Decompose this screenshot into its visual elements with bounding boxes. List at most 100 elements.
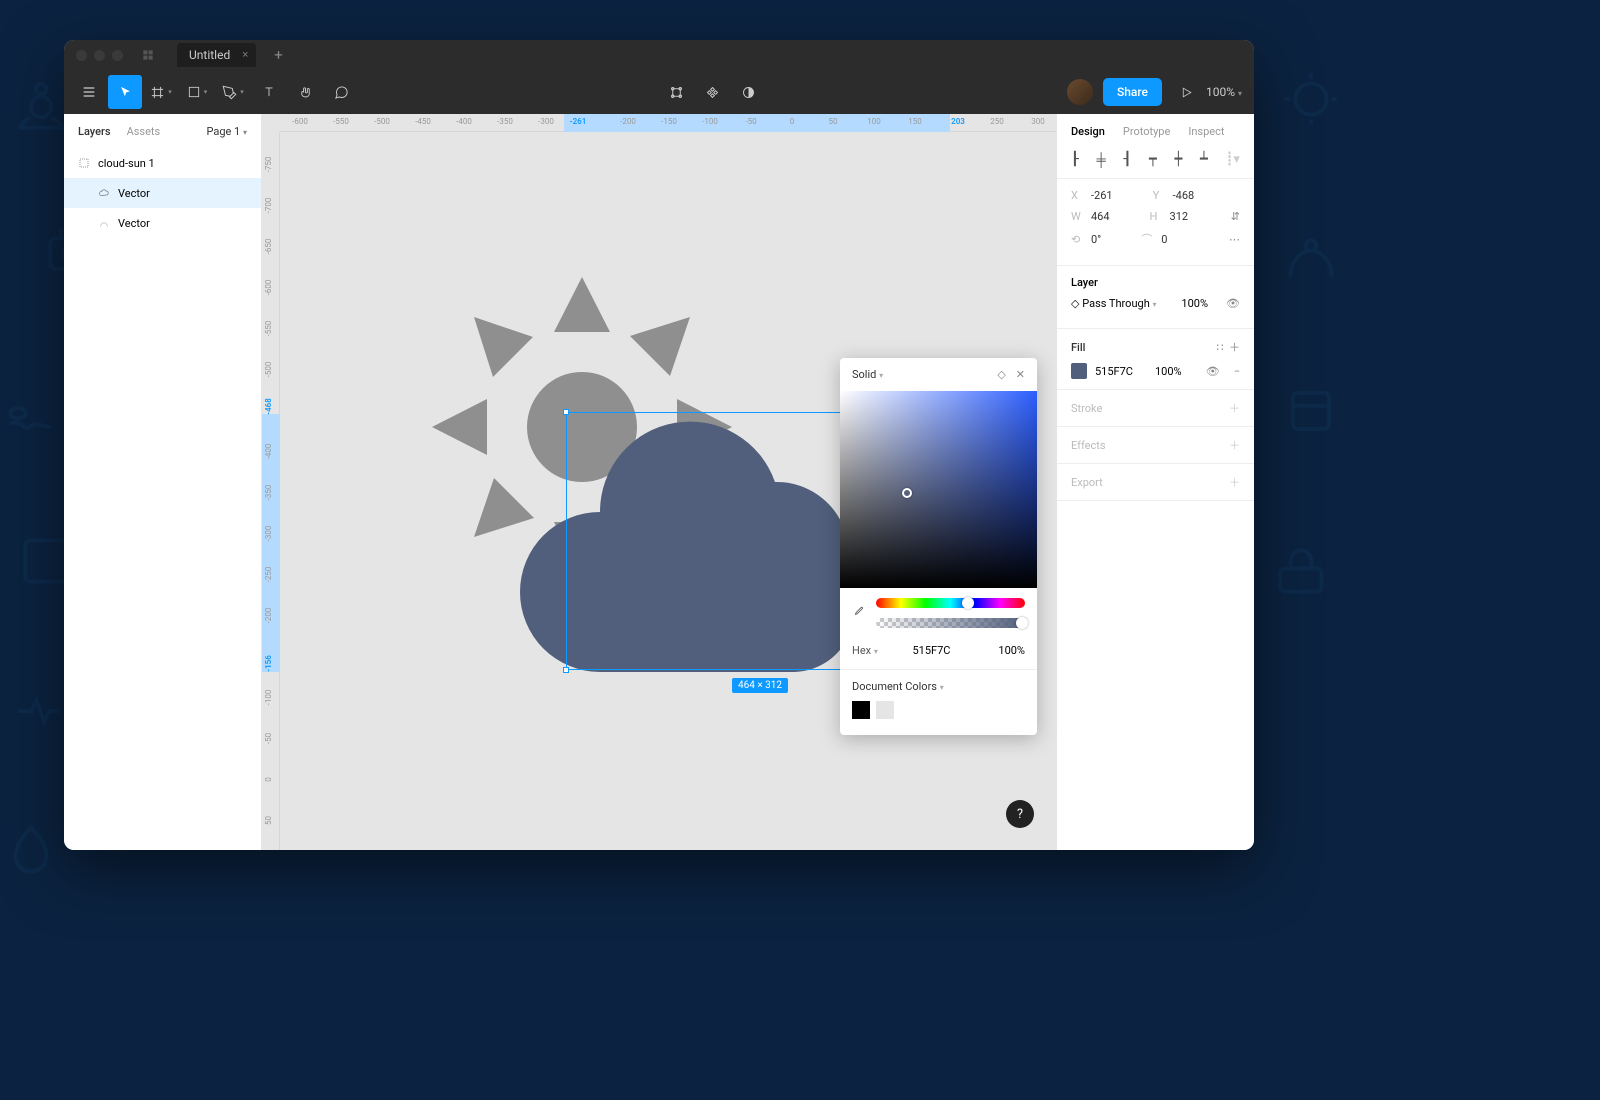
maximize-window-icon[interactable] (112, 50, 123, 61)
add-effect-icon[interactable]: ＋ (1229, 437, 1240, 453)
new-tab-button[interactable]: + (274, 46, 283, 64)
vector-icon (98, 217, 110, 229)
align-bottom-icon[interactable]: ┷ (1200, 152, 1208, 168)
rectangle-tool[interactable]: ▾ (180, 75, 214, 109)
style-icon[interactable]: ◇ (997, 368, 1005, 381)
layers-tab[interactable]: Layers (78, 125, 111, 138)
add-fill-icon[interactable]: ＋ (1229, 341, 1240, 354)
eyedropper-icon[interactable] (852, 604, 866, 623)
layer-label: Vector (118, 187, 150, 200)
color-picker-popover: Solid ▾ ◇ ✕ Hex ▾ 515F7C (840, 358, 1037, 735)
frame-tool[interactable]: ▾ (144, 75, 178, 109)
stroke-section-title: Stroke (1071, 402, 1102, 415)
fill-type-dropdown[interactable]: Solid ▾ (852, 368, 883, 381)
hue-handle[interactable] (962, 597, 974, 609)
zoom-dropdown[interactable]: 100% ▾ (1206, 85, 1242, 99)
fill-visibility-icon[interactable]: 👁 (1206, 365, 1220, 378)
design-tab[interactable]: Design (1071, 125, 1105, 138)
color-cursor[interactable] (902, 488, 912, 498)
y-input[interactable]: -468 (1173, 189, 1195, 202)
layer-row-vector-selected[interactable]: Vector (64, 178, 261, 208)
effects-section-title: Effects (1071, 439, 1106, 452)
align-left-icon[interactable]: ┠ (1071, 152, 1079, 168)
align-hcenter-icon[interactable]: ╪ (1097, 152, 1106, 168)
close-window-icon[interactable] (76, 50, 87, 61)
constrain-icon[interactable]: ⇵ (1231, 210, 1240, 223)
add-export-icon[interactable]: ＋ (1229, 474, 1240, 490)
selection-handle[interactable] (563, 667, 569, 673)
h-input[interactable]: 312 (1170, 210, 1189, 223)
inspect-tab[interactable]: Inspect (1188, 125, 1224, 138)
menu-button[interactable] (72, 75, 106, 109)
fill-opacity[interactable]: 100% (1155, 365, 1182, 378)
hue-slider[interactable] (876, 598, 1025, 608)
color-field[interactable] (840, 391, 1037, 588)
layer-row-frame[interactable]: cloud-sun 1 (64, 148, 261, 178)
edit-object-icon[interactable] (660, 75, 694, 109)
fill-swatch[interactable] (1071, 363, 1087, 379)
component-icon[interactable] (696, 75, 730, 109)
avatar[interactable] (1067, 79, 1093, 105)
selection-handle[interactable] (563, 409, 569, 415)
frame-icon (78, 157, 90, 169)
titlebar: Untitled × + (64, 40, 1254, 70)
fill-style-icon[interactable]: ∷ (1217, 341, 1224, 354)
export-section-title: Export (1071, 476, 1103, 489)
pen-tool[interactable]: ▾ (216, 75, 250, 109)
mask-icon[interactable] (732, 75, 766, 109)
layer-section-title: Layer (1071, 276, 1240, 289)
remove-fill-icon[interactable]: − (1234, 365, 1240, 378)
align-top-icon[interactable]: ┯ (1149, 152, 1157, 168)
share-button[interactable]: Share (1103, 78, 1162, 106)
w-input[interactable]: 464 (1091, 210, 1110, 223)
minimize-window-icon[interactable] (94, 50, 105, 61)
fill-hex[interactable]: 515F7C (1095, 365, 1133, 378)
close-tab-icon[interactable]: × (242, 48, 248, 61)
blend-mode-dropdown[interactable]: ◇ Pass Through ▾ (1071, 297, 1157, 310)
ruler-horizontal: -600 -550 -500 -450 -400 -350 -300 -261 … (280, 114, 1056, 132)
doc-color-swatch[interactable] (876, 701, 894, 719)
figma-logo-icon (141, 48, 155, 62)
text-tool[interactable] (252, 75, 286, 109)
window-controls[interactable] (76, 50, 123, 61)
layer-opacity-input[interactable]: 100% (1181, 297, 1208, 310)
selection-dimensions-badge: 464 × 312 (732, 678, 788, 693)
canvas-area[interactable]: -600 -550 -500 -450 -400 -350 -300 -261 … (262, 114, 1056, 850)
assets-tab[interactable]: Assets (127, 125, 161, 138)
radius-icon: ⌒ (1141, 231, 1151, 247)
more-options-icon[interactable]: ⋯ (1229, 233, 1240, 246)
opacity-input[interactable]: 100% (985, 644, 1025, 657)
present-button[interactable] (1170, 75, 1204, 109)
alignment-controls: ┠ ╪ ┨ ┯ ┿ ┷ ┋▾ (1057, 148, 1254, 179)
x-input[interactable]: -261 (1091, 189, 1113, 202)
help-button[interactable]: ? (1006, 800, 1034, 828)
rotation-input[interactable]: 0° (1091, 233, 1101, 246)
layer-label: cloud-sun 1 (98, 157, 155, 170)
radius-input[interactable]: 0 (1161, 233, 1167, 246)
alpha-handle[interactable] (1016, 617, 1028, 629)
hand-tool[interactable] (288, 75, 322, 109)
doc-color-swatch[interactable] (852, 701, 870, 719)
align-vcenter-icon[interactable]: ┿ (1175, 152, 1183, 168)
hex-input[interactable]: 515F7C (888, 644, 975, 657)
add-stroke-icon[interactable]: ＋ (1229, 400, 1240, 416)
distribute-icon[interactable]: ┋▾ (1226, 152, 1240, 168)
layers-panel: Layers Assets Page 1 ▾ cloud-sun 1 Vecto… (64, 114, 262, 850)
close-picker-icon[interactable]: ✕ (1016, 368, 1025, 381)
move-tool[interactable] (108, 75, 142, 109)
visibility-icon[interactable]: 👁 (1226, 297, 1240, 310)
fill-section-title: Fill (1071, 341, 1085, 354)
page-dropdown[interactable]: Page 1 ▾ (206, 125, 247, 138)
comment-tool[interactable] (324, 75, 358, 109)
document-tab-title: Untitled (189, 48, 230, 62)
document-colors-dropdown[interactable]: Document Colors ▾ (852, 680, 1025, 693)
alpha-slider[interactable] (876, 618, 1025, 628)
document-tab[interactable]: Untitled × (177, 43, 256, 67)
vector-cloud-icon (98, 187, 110, 199)
align-right-icon[interactable]: ┨ (1123, 152, 1131, 168)
design-panel: Design Prototype Inspect ┠ ╪ ┨ ┯ ┿ ┷ ┋▾ … (1056, 114, 1254, 850)
prototype-tab[interactable]: Prototype (1123, 125, 1170, 138)
layer-label: Vector (118, 217, 150, 230)
hex-mode-dropdown[interactable]: Hex ▾ (852, 644, 878, 657)
layer-row-vector[interactable]: Vector (64, 208, 261, 238)
